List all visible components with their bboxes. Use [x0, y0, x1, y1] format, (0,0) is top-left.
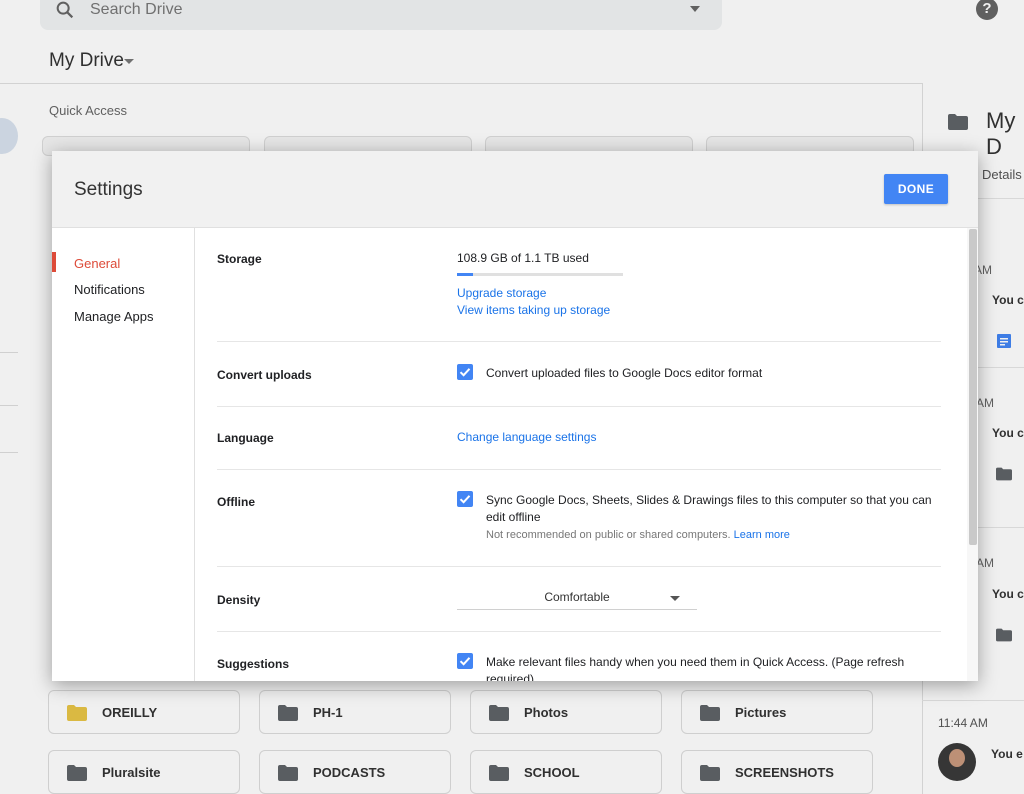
suggestions-checkbox[interactable] [457, 653, 473, 669]
convert-uploads-label: Convert uploads [217, 368, 312, 382]
offline-checkbox[interactable] [457, 491, 473, 507]
suggestions-text-line2: required) [486, 672, 535, 681]
density-label: Density [217, 593, 261, 607]
convert-uploads-checkbox[interactable] [457, 364, 473, 380]
offline-note: Not recommended on public or shared comp… [486, 529, 790, 541]
learn-more-link[interactable]: Learn more [734, 529, 790, 541]
convert-uploads-text: Convert uploaded files to Google Docs ed… [486, 366, 763, 380]
row-divider [217, 566, 941, 567]
check-icon [459, 657, 471, 666]
offline-text-line2: edit offline [486, 510, 541, 524]
nav-active-indicator [52, 252, 56, 272]
row-divider [217, 469, 941, 470]
suggestions-text-line1: Make relevant files handy when you need … [486, 655, 905, 669]
offline-note-text: Not recommended on public or shared comp… [486, 529, 731, 541]
nav-item-manage-apps[interactable]: Manage Apps [74, 309, 154, 324]
chevron-down-icon [670, 596, 680, 601]
row-divider [217, 341, 941, 342]
settings-body: Storage 108.9 GB of 1.1 TB used Upgrade … [195, 228, 978, 681]
offline-text-line1: Sync Google Docs, Sheets, Slides & Drawi… [486, 493, 932, 507]
change-language-link[interactable]: Change language settings [457, 430, 596, 444]
done-button[interactable]: DONE [884, 174, 948, 204]
offline-label: Offline [217, 495, 255, 509]
density-select[interactable]: Comfortable [457, 584, 697, 610]
settings-nav: General Notifications Manage Apps [52, 228, 195, 681]
upgrade-storage-link[interactable]: Upgrade storage [457, 286, 546, 300]
density-value: Comfortable [544, 590, 610, 604]
row-divider [217, 631, 941, 632]
check-icon [459, 368, 471, 377]
settings-title: Settings [74, 179, 143, 200]
suggestions-label: Suggestions [217, 657, 290, 671]
settings-header: Settings DONE [52, 151, 978, 228]
storage-label: Storage [217, 252, 262, 266]
settings-dialog: Settings DONE General Notifications Mana… [52, 151, 978, 681]
check-icon [459, 495, 471, 504]
settings-scrollbar-thumb[interactable] [969, 229, 977, 545]
storage-usage: 108.9 GB of 1.1 TB used [457, 251, 589, 265]
language-label: Language [217, 431, 274, 445]
storage-progress-fill [457, 273, 474, 276]
view-storage-items-link[interactable]: View items taking up storage [457, 303, 610, 317]
nav-item-general[interactable]: General [74, 256, 120, 271]
row-divider [217, 406, 941, 407]
nav-item-notifications[interactable]: Notifications [74, 282, 145, 297]
storage-progress [457, 273, 623, 276]
